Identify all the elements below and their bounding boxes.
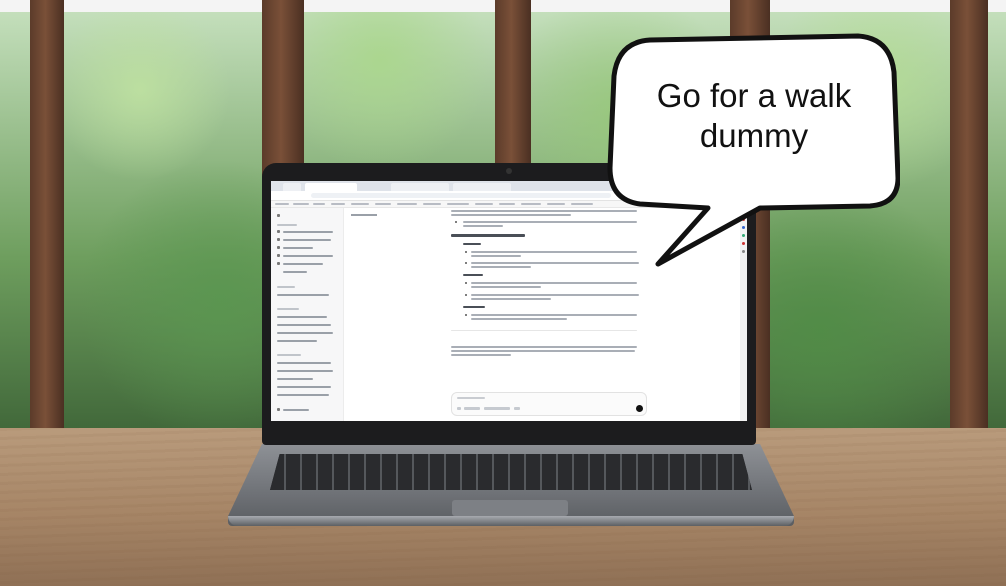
bookmark[interactable] — [397, 203, 417, 205]
bullet — [465, 314, 467, 316]
sidebar-item[interactable] — [277, 394, 329, 396]
message-composer[interactable] — [451, 392, 647, 416]
sidebar-section-label — [277, 224, 297, 226]
sidebar-item[interactable] — [277, 386, 331, 388]
sidebar-section-label — [277, 354, 301, 356]
composer-placeholder — [457, 397, 485, 399]
sidebar-item[interactable] — [277, 340, 317, 342]
bullet — [465, 262, 467, 264]
browser-tab[interactable] — [453, 183, 511, 191]
text-line — [471, 318, 567, 320]
speech-bubble: Go for a walk dummy — [600, 28, 900, 268]
bookmark[interactable] — [571, 203, 593, 205]
sidebar-item[interactable] — [283, 263, 323, 265]
sidebar-item[interactable] — [277, 362, 331, 364]
webcam — [506, 168, 512, 174]
user-avatar-icon[interactable] — [277, 408, 280, 411]
bookmark[interactable] — [313, 203, 325, 205]
browser-tab[interactable] — [283, 183, 301, 191]
wood-pillar — [950, 0, 988, 430]
photo-scene: Go for a walk dummy — [0, 0, 1006, 586]
speech-line-2: dummy — [699, 117, 809, 154]
speech-line-1: Go for a walk — [656, 77, 852, 114]
url-field[interactable] — [311, 193, 611, 198]
text-line — [471, 282, 637, 284]
project-icon — [277, 238, 280, 241]
text-line — [451, 346, 637, 348]
laptop-keyboard — [270, 454, 752, 490]
text-line — [471, 286, 541, 288]
list-heading — [463, 243, 481, 245]
chat-sidebar — [271, 208, 344, 421]
sidebar-item-active[interactable] — [277, 316, 327, 318]
bullet — [455, 221, 457, 223]
bookmark[interactable] — [331, 203, 345, 205]
model-selector[interactable] — [351, 214, 377, 216]
text-line — [471, 255, 521, 257]
bookmark[interactable] — [475, 203, 493, 205]
sidebar-section-label — [277, 286, 295, 288]
sidebar-item[interactable] — [277, 378, 313, 380]
sidebar-item[interactable] — [277, 294, 329, 296]
text-line — [451, 354, 511, 356]
sidebar-item[interactable] — [283, 231, 333, 233]
text-line — [471, 266, 531, 268]
divider — [451, 330, 637, 331]
project-icon — [277, 246, 280, 249]
sidebar-section-label — [277, 308, 299, 310]
text-line — [463, 225, 503, 227]
text-line — [451, 350, 635, 352]
sidebar-item[interactable] — [283, 255, 333, 257]
bookmark[interactable] — [293, 203, 309, 205]
sidebar-item[interactable] — [283, 271, 307, 273]
attach-icon[interactable] — [457, 407, 461, 410]
sidebar-item[interactable] — [277, 332, 333, 334]
sidebar-item[interactable] — [283, 247, 313, 249]
project-icon — [277, 254, 280, 257]
browser-tab[interactable] — [391, 183, 449, 191]
text-line — [471, 294, 639, 296]
sidebar-item[interactable] — [283, 239, 331, 241]
project-icon — [277, 230, 280, 233]
text-line — [471, 298, 551, 300]
text-line — [451, 214, 571, 216]
bullet — [465, 282, 467, 284]
more-icon[interactable] — [514, 407, 520, 410]
bookmark[interactable] — [351, 203, 369, 205]
bookmark[interactable] — [275, 203, 289, 205]
laptop-trackpad — [452, 500, 568, 516]
browser-tab-active[interactable] — [305, 183, 357, 191]
user-name[interactable] — [283, 409, 309, 411]
list-heading — [463, 274, 483, 276]
bookmark[interactable] — [447, 203, 469, 205]
list-heading — [463, 306, 485, 308]
bookmark[interactable] — [375, 203, 391, 205]
section-heading — [451, 234, 525, 237]
laptop-base-edge — [228, 516, 794, 526]
text-line — [471, 314, 637, 316]
bullet — [465, 251, 467, 253]
bookmark[interactable] — [423, 203, 441, 205]
bookmark[interactable] — [547, 203, 565, 205]
sidebar-item[interactable] — [277, 370, 333, 372]
speech-bubble-text: Go for a walk dummy — [620, 76, 888, 156]
bookmark[interactable] — [499, 203, 515, 205]
wood-pillar — [30, 0, 64, 430]
send-button[interactable] — [636, 405, 643, 412]
deep-research-chip[interactable] — [484, 407, 510, 410]
search-chip[interactable] — [464, 407, 480, 410]
project-icon — [277, 262, 280, 265]
bookmark[interactable] — [521, 203, 541, 205]
sidebar-toggle-icon[interactable] — [277, 214, 280, 217]
bullet — [465, 294, 467, 296]
sidebar-item[interactable] — [277, 324, 331, 326]
